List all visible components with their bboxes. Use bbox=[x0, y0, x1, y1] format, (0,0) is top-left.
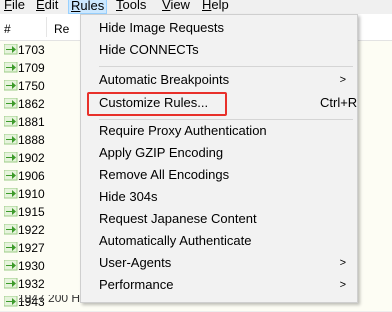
request-arrow-icon bbox=[3, 61, 18, 73]
session-id: 1862 bbox=[18, 97, 45, 111]
column-separator[interactable] bbox=[46, 17, 47, 37]
session-id: 1930 bbox=[18, 259, 45, 273]
column-header-result[interactable]: Re bbox=[54, 22, 69, 36]
request-arrow-icon bbox=[3, 169, 18, 181]
column-header-number[interactable]: # bbox=[4, 22, 11, 36]
request-arrow-icon bbox=[3, 259, 18, 271]
menu-file[interactable]: File bbox=[2, 0, 27, 12]
menu-item-user-agents[interactable]: User-Agents > bbox=[99, 252, 349, 274]
session-id: 1927 bbox=[18, 241, 45, 255]
session-id: 1922 bbox=[18, 223, 45, 237]
menu-divider bbox=[99, 66, 353, 67]
request-arrow-icon bbox=[3, 187, 18, 199]
request-arrow-icon bbox=[3, 115, 18, 127]
highlight-box bbox=[87, 92, 227, 116]
menu-item-performance[interactable]: Performance > bbox=[99, 274, 349, 296]
request-arrow-icon bbox=[3, 79, 18, 91]
menu-item-hide-304s[interactable]: Hide 304s bbox=[99, 186, 349, 208]
menu-item-request-japanese-content[interactable]: Request Japanese Content bbox=[99, 208, 349, 230]
request-arrow-icon bbox=[3, 241, 18, 253]
request-arrow-icon bbox=[3, 205, 18, 217]
submenu-arrow-icon: > bbox=[339, 74, 346, 86]
request-arrow-icon bbox=[3, 277, 18, 289]
menu-help[interactable]: Help bbox=[200, 0, 231, 12]
menu-edit[interactable]: Edit bbox=[34, 0, 60, 12]
session-id: 1932 bbox=[18, 277, 45, 291]
session-id: 1750 bbox=[18, 79, 45, 93]
session-id: 1915 bbox=[18, 205, 45, 219]
session-id: 1703 bbox=[18, 43, 45, 57]
request-arrow-icon bbox=[3, 151, 18, 163]
request-arrow-icon bbox=[3, 133, 18, 145]
menu-item-hide-connects[interactable]: Hide CONNECTs bbox=[99, 39, 349, 61]
menu-item-remove-all-encodings[interactable]: Remove All Encodings bbox=[99, 164, 349, 186]
menu-tools[interactable]: Tools bbox=[114, 0, 148, 12]
submenu-arrow-icon: > bbox=[339, 279, 346, 291]
request-arrow-icon bbox=[3, 97, 18, 109]
menu-rules[interactable]: Rules bbox=[68, 0, 108, 14]
session-id: 1906 bbox=[18, 169, 45, 183]
request-arrow-icon bbox=[3, 43, 18, 55]
menu-item-apply-gzip-encoding[interactable]: Apply GZIP Encoding bbox=[99, 142, 349, 164]
menu-item-automatically-authenticate[interactable]: Automatically Authenticate bbox=[99, 230, 349, 252]
session-id: 1902 bbox=[18, 151, 45, 165]
menu-view[interactable]: View bbox=[160, 0, 192, 12]
menu-item-require-proxy-authentication[interactable]: Require Proxy Authentication bbox=[99, 120, 349, 142]
session-id: 1910 bbox=[18, 187, 45, 201]
session-id: 1888 bbox=[18, 133, 45, 147]
submenu-arrow-icon: > bbox=[339, 257, 346, 269]
menu-bar: File Edit Rules Tools View Help bbox=[0, 0, 392, 14]
shortcut-label: Ctrl+R bbox=[320, 95, 358, 110]
session-id: 1709 bbox=[18, 61, 45, 75]
rules-menu: Hide Image Requests Hide CONNECTs Automa… bbox=[80, 14, 358, 303]
menu-item-automatic-breakpoints[interactable]: Automatic Breakpoints > bbox=[99, 69, 349, 91]
menu-item-hide-image-requests[interactable]: Hide Image Requests bbox=[99, 17, 349, 39]
request-arrow-icon bbox=[3, 223, 18, 235]
session-id: 1881 bbox=[18, 115, 45, 129]
menu-gutter bbox=[81, 15, 88, 302]
